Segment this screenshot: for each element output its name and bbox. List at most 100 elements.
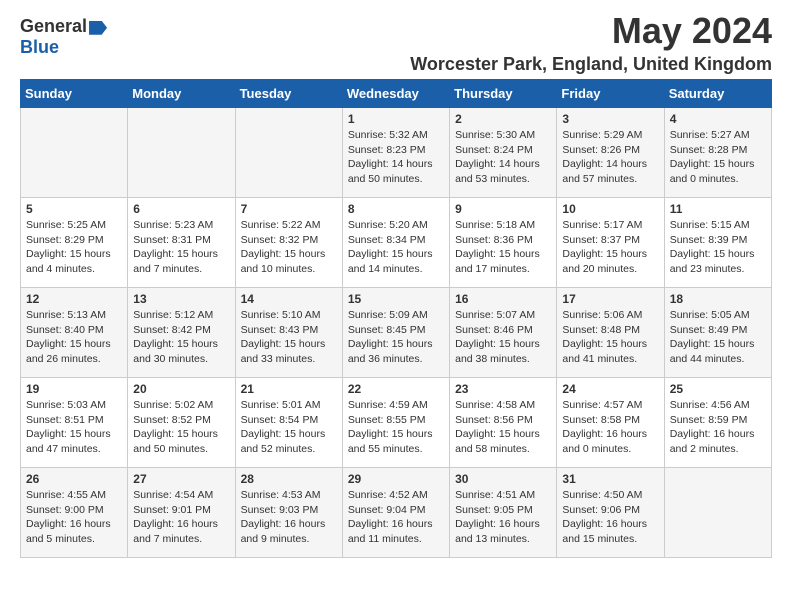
day-number: 27 [133, 472, 229, 486]
header-tuesday: Tuesday [235, 80, 342, 108]
calendar-cell: 16 Sunrise: 5:07 AMSunset: 8:46 PMDayligh… [450, 288, 557, 378]
day-number: 7 [241, 202, 337, 216]
day-info: Sunrise: 4:50 AMSunset: 9:06 PMDaylight:… [562, 488, 658, 547]
calendar-week-row: 26 Sunrise: 4:55 AMSunset: 9:00 PMDayligh… [21, 468, 772, 558]
day-info: Sunrise: 5:10 AMSunset: 8:43 PMDaylight:… [241, 308, 337, 367]
day-number: 5 [26, 202, 122, 216]
header-friday: Friday [557, 80, 664, 108]
day-number: 18 [670, 292, 766, 306]
title-block: May 2024 Worcester Park, England, United… [410, 10, 772, 75]
calendar-cell: 28 Sunrise: 4:53 AMSunset: 9:03 PMDayligh… [235, 468, 342, 558]
calendar-cell [235, 108, 342, 198]
calendar-cell: 10Sunrise: 5:17 AMSunset: 8:37 PMDayligh… [557, 198, 664, 288]
header-thursday: Thursday [450, 80, 557, 108]
day-number: 19 [26, 382, 122, 396]
day-info: Sunrise: 5:03 AMSunset: 8:51 PMDaylight:… [26, 398, 122, 457]
day-info: Sunrise: 4:53 AMSunset: 9:03 PMDaylight:… [241, 488, 337, 547]
calendar-cell: 26 Sunrise: 4:55 AMSunset: 9:00 PMDayligh… [21, 468, 128, 558]
calendar-cell: 18 Sunrise: 5:05 AMSunset: 8:49 PMDayligh… [664, 288, 771, 378]
header-sunday: Sunday [21, 80, 128, 108]
header: General Blue May 2024 Worcester Park, En… [20, 10, 772, 75]
day-info: Sunrise: 5:15 AMSunset: 8:39 PMDaylight:… [670, 218, 766, 277]
logo-general-text: General [20, 16, 87, 36]
calendar-week-row: 12 Sunrise: 5:13 AMSunset: 8:40 PMDayligh… [21, 288, 772, 378]
day-info: Sunrise: 5:07 AMSunset: 8:46 PMDaylight:… [455, 308, 551, 367]
day-number: 28 [241, 472, 337, 486]
day-info: Sunrise: 5:05 AMSunset: 8:49 PMDaylight:… [670, 308, 766, 367]
day-number: 6 [133, 202, 229, 216]
month-title: May 2024 [410, 10, 772, 52]
day-number: 3 [562, 112, 658, 126]
calendar-cell: 12 Sunrise: 5:13 AMSunset: 8:40 PMDayligh… [21, 288, 128, 378]
day-info: Sunrise: 5:17 AMSunset: 8:37 PMDaylight:… [562, 218, 658, 277]
calendar-cell [21, 108, 128, 198]
calendar-cell: 25 Sunrise: 4:56 AMSunset: 8:59 PMDayligh… [664, 378, 771, 468]
calendar-cell: 21 Sunrise: 5:01 AMSunset: 8:54 PMDayligh… [235, 378, 342, 468]
day-number: 4 [670, 112, 766, 126]
calendar-cell: 29 Sunrise: 4:52 AMSunset: 9:04 PMDayligh… [342, 468, 449, 558]
day-info: Sunrise: 5:23 AMSunset: 8:31 PMDaylight:… [133, 218, 229, 277]
day-info: Sunrise: 5:01 AMSunset: 8:54 PMDaylight:… [241, 398, 337, 457]
day-info: Sunrise: 4:57 AMSunset: 8:58 PMDaylight:… [562, 398, 658, 457]
day-info: Sunrise: 5:25 AMSunset: 8:29 PMDaylight:… [26, 218, 122, 277]
day-info: Sunrise: 4:55 AMSunset: 9:00 PMDaylight:… [26, 488, 122, 547]
calendar-cell: 6 Sunrise: 5:23 AMSunset: 8:31 PMDaylight… [128, 198, 235, 288]
header-saturday: Saturday [664, 80, 771, 108]
calendar-week-row: 5 Sunrise: 5:25 AMSunset: 8:29 PMDaylight… [21, 198, 772, 288]
calendar-cell: 23 Sunrise: 4:58 AMSunset: 8:56 PMDayligh… [450, 378, 557, 468]
day-number: 11 [670, 202, 766, 216]
day-info: Sunrise: 4:51 AMSunset: 9:05 PMDaylight:… [455, 488, 551, 547]
day-info: Sunrise: 4:59 AMSunset: 8:55 PMDaylight:… [348, 398, 444, 457]
day-number: 1 [348, 112, 444, 126]
day-number: 24 [562, 382, 658, 396]
day-info: Sunrise: 4:52 AMSunset: 9:04 PMDaylight:… [348, 488, 444, 547]
day-number: 22 [348, 382, 444, 396]
day-info: Sunrise: 5:13 AMSunset: 8:40 PMDaylight:… [26, 308, 122, 367]
day-info: Sunrise: 5:06 AMSunset: 8:48 PMDaylight:… [562, 308, 658, 367]
day-info: Sunrise: 4:58 AMSunset: 8:56 PMDaylight:… [455, 398, 551, 457]
calendar-cell: 1 Sunrise: 5:32 AMSunset: 8:23 PMDaylight… [342, 108, 449, 198]
calendar-cell: 14 Sunrise: 5:10 AMSunset: 8:43 PMDayligh… [235, 288, 342, 378]
day-number: 2 [455, 112, 551, 126]
day-info: Sunrise: 5:20 AMSunset: 8:34 PMDaylight:… [348, 218, 444, 277]
header-monday: Monday [128, 80, 235, 108]
calendar-cell: 31Sunrise: 4:50 AMSunset: 9:06 PMDayligh… [557, 468, 664, 558]
calendar-cell [664, 468, 771, 558]
day-number: 29 [348, 472, 444, 486]
day-number: 26 [26, 472, 122, 486]
day-info: Sunrise: 4:54 AMSunset: 9:01 PMDaylight:… [133, 488, 229, 547]
day-number: 25 [670, 382, 766, 396]
day-info: Sunrise: 5:27 AMSunset: 8:28 PMDaylight:… [670, 128, 766, 187]
calendar-cell [128, 108, 235, 198]
day-info: Sunrise: 5:22 AMSunset: 8:32 PMDaylight:… [241, 218, 337, 277]
calendar-cell: 13Sunrise: 5:12 AMSunset: 8:42 PMDayligh… [128, 288, 235, 378]
day-number: 14 [241, 292, 337, 306]
header-wednesday: Wednesday [342, 80, 449, 108]
logo-arrow-icon [89, 21, 107, 35]
day-info: Sunrise: 5:29 AMSunset: 8:26 PMDaylight:… [562, 128, 658, 187]
calendar-cell: 15 Sunrise: 5:09 AMSunset: 8:45 PMDayligh… [342, 288, 449, 378]
day-number: 13 [133, 292, 229, 306]
day-number: 16 [455, 292, 551, 306]
day-info: Sunrise: 5:32 AMSunset: 8:23 PMDaylight:… [348, 128, 444, 187]
calendar-header-row: SundayMondayTuesdayWednesdayThursdayFrid… [21, 80, 772, 108]
calendar-table: SundayMondayTuesdayWednesdayThursdayFrid… [20, 79, 772, 558]
calendar-cell: 3 Sunrise: 5:29 AMSunset: 8:26 PMDaylight… [557, 108, 664, 198]
day-info: Sunrise: 4:56 AMSunset: 8:59 PMDaylight:… [670, 398, 766, 457]
day-number: 23 [455, 382, 551, 396]
day-number: 21 [241, 382, 337, 396]
day-number: 12 [26, 292, 122, 306]
day-number: 30 [455, 472, 551, 486]
logo: General Blue [20, 16, 107, 58]
day-number: 15 [348, 292, 444, 306]
calendar-cell: 22 Sunrise: 4:59 AMSunset: 8:55 PMDayligh… [342, 378, 449, 468]
calendar-cell: 2 Sunrise: 5:30 AMSunset: 8:24 PMDaylight… [450, 108, 557, 198]
calendar-cell: 4 Sunrise: 5:27 AMSunset: 8:28 PMDaylight… [664, 108, 771, 198]
day-info: Sunrise: 5:30 AMSunset: 8:24 PMDaylight:… [455, 128, 551, 187]
calendar-cell: 8Sunrise: 5:20 AMSunset: 8:34 PMDaylight… [342, 198, 449, 288]
calendar-cell: 9Sunrise: 5:18 AMSunset: 8:36 PMDaylight… [450, 198, 557, 288]
day-info: Sunrise: 5:09 AMSunset: 8:45 PMDaylight:… [348, 308, 444, 367]
calendar-cell: 5 Sunrise: 5:25 AMSunset: 8:29 PMDaylight… [21, 198, 128, 288]
calendar-cell: 19 Sunrise: 5:03 AMSunset: 8:51 PMDayligh… [21, 378, 128, 468]
day-number: 9 [455, 202, 551, 216]
